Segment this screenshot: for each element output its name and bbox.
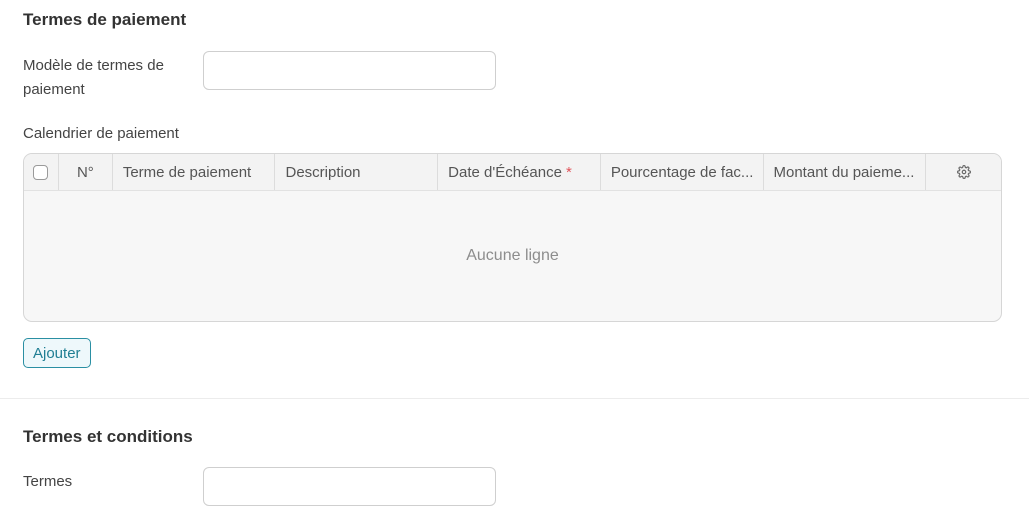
due-date-label: Date d'Échéance bbox=[448, 163, 562, 181]
required-marker: * bbox=[565, 163, 572, 181]
column-header-payment-term: Terme de paiement bbox=[113, 154, 276, 190]
grid-empty-state: Aucune ligne bbox=[466, 247, 559, 264]
payment-amount-label: Montant du paieme... bbox=[773, 163, 915, 181]
select-all-checkbox[interactable] bbox=[33, 164, 49, 180]
section-title-payment-terms: Termes de paiement bbox=[23, 10, 187, 29]
column-header-invoice-portion: Pourcentage de fac... bbox=[601, 154, 764, 190]
terms-label: Termes bbox=[23, 473, 73, 490]
column-settings-cell[interactable] bbox=[926, 154, 1001, 190]
section-divider bbox=[0, 398, 1029, 399]
payment-terms-template-input[interactable] bbox=[203, 51, 496, 90]
section-title-terms-conditions: Termes et conditions bbox=[23, 427, 193, 446]
grid-header-row: N° Terme de paiement Description Date d'… bbox=[24, 154, 1001, 191]
column-header-index: N° bbox=[59, 154, 113, 190]
invoice-portion-label: Pourcentage de fac... bbox=[610, 163, 754, 181]
column-header-payment-amount: Montant du paieme... bbox=[764, 154, 927, 190]
column-header-due-date: Date d'Échéance * bbox=[438, 154, 601, 190]
select-all-cell bbox=[24, 154, 59, 190]
payment-schedule-label: Calendrier de paiement bbox=[23, 125, 179, 142]
gear-icon[interactable] bbox=[956, 165, 971, 179]
payment-terms-template-label: Modèle de termes de paiement bbox=[23, 57, 164, 98]
terms-input[interactable] bbox=[203, 467, 496, 506]
payment-schedule-grid: N° Terme de paiement Description Date d'… bbox=[23, 153, 1002, 322]
add-row-button[interactable]: Ajouter bbox=[23, 338, 91, 368]
column-header-description: Description bbox=[275, 154, 439, 190]
